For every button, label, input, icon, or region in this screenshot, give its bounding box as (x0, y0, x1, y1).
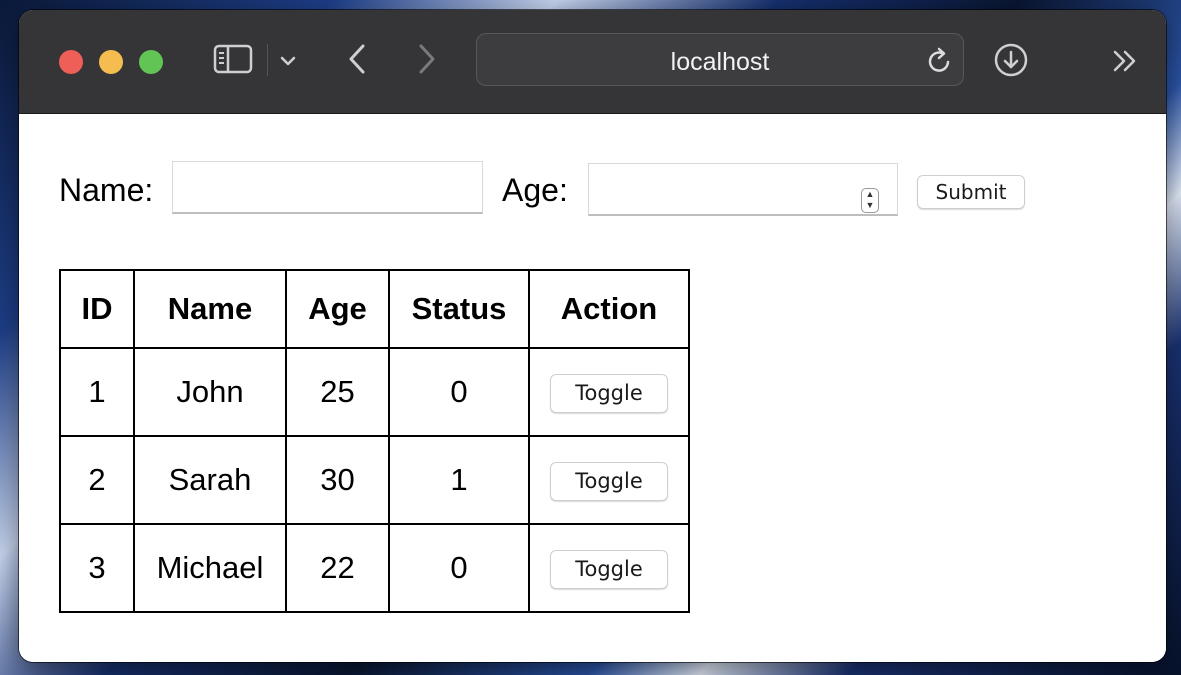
minimize-window-button[interactable] (99, 50, 123, 74)
header-status: Status (388, 269, 530, 349)
name-input[interactable] (172, 161, 483, 214)
cell-name: John (133, 347, 287, 437)
more-tabs-icon[interactable] (1111, 46, 1139, 76)
age-stepper-icon[interactable]: ▲ ▼ (861, 188, 879, 213)
table-header-row: ID Name Age Status Action (59, 269, 690, 349)
browser-toolbar: localhost (19, 10, 1166, 114)
chevron-down-icon[interactable] (277, 50, 299, 72)
address-bar[interactable]: localhost (476, 33, 964, 86)
cell-action: Toggle (528, 347, 690, 437)
cell-action: Toggle (528, 523, 690, 613)
cell-id: 2 (59, 435, 135, 525)
cell-age: 25 (285, 347, 390, 437)
toolbar-divider (267, 44, 268, 76)
toggle-button[interactable]: Toggle (550, 373, 668, 413)
header-age: Age (285, 269, 390, 349)
table-row: 3 Michael 22 0 Toggle (59, 523, 690, 613)
cell-name: Sarah (133, 435, 287, 525)
toggle-button[interactable]: Toggle (550, 549, 668, 589)
age-input[interactable] (588, 163, 898, 216)
cell-action: Toggle (528, 435, 690, 525)
forward-arrow-icon[interactable] (411, 42, 443, 76)
header-name: Name (133, 269, 287, 349)
back-arrow-icon[interactable] (341, 42, 373, 76)
cell-name: Michael (133, 523, 287, 613)
cell-status: 1 (388, 435, 530, 525)
cell-status: 0 (388, 523, 530, 613)
header-id: ID (59, 269, 135, 349)
download-icon[interactable] (993, 42, 1029, 78)
cell-status: 0 (388, 347, 530, 437)
sidebar-icon[interactable] (213, 44, 253, 74)
browser-window: localhost Name: Age: ▲ ▼ Submit ID Name … (19, 10, 1166, 662)
submit-button[interactable]: Submit (917, 175, 1025, 209)
toggle-button[interactable]: Toggle (550, 461, 668, 501)
age-label: Age: (502, 172, 568, 208)
close-window-button[interactable] (59, 50, 83, 74)
data-table: ID Name Age Status Action 1 John 25 0 To… (59, 269, 690, 613)
name-label: Name: (59, 172, 154, 208)
table-row: 2 Sarah 30 1 Toggle (59, 435, 690, 525)
cell-age: 30 (285, 435, 390, 525)
header-action: Action (528, 269, 690, 349)
reload-icon[interactable] (926, 45, 954, 75)
cell-id: 3 (59, 523, 135, 613)
cell-age: 22 (285, 523, 390, 613)
table-row: 1 John 25 0 Toggle (59, 347, 690, 437)
cell-id: 1 (59, 347, 135, 437)
maximize-window-button[interactable] (139, 50, 163, 74)
page-content: Name: Age: ▲ ▼ Submit ID Name Age Status … (19, 114, 1166, 662)
address-text: localhost (670, 48, 770, 76)
